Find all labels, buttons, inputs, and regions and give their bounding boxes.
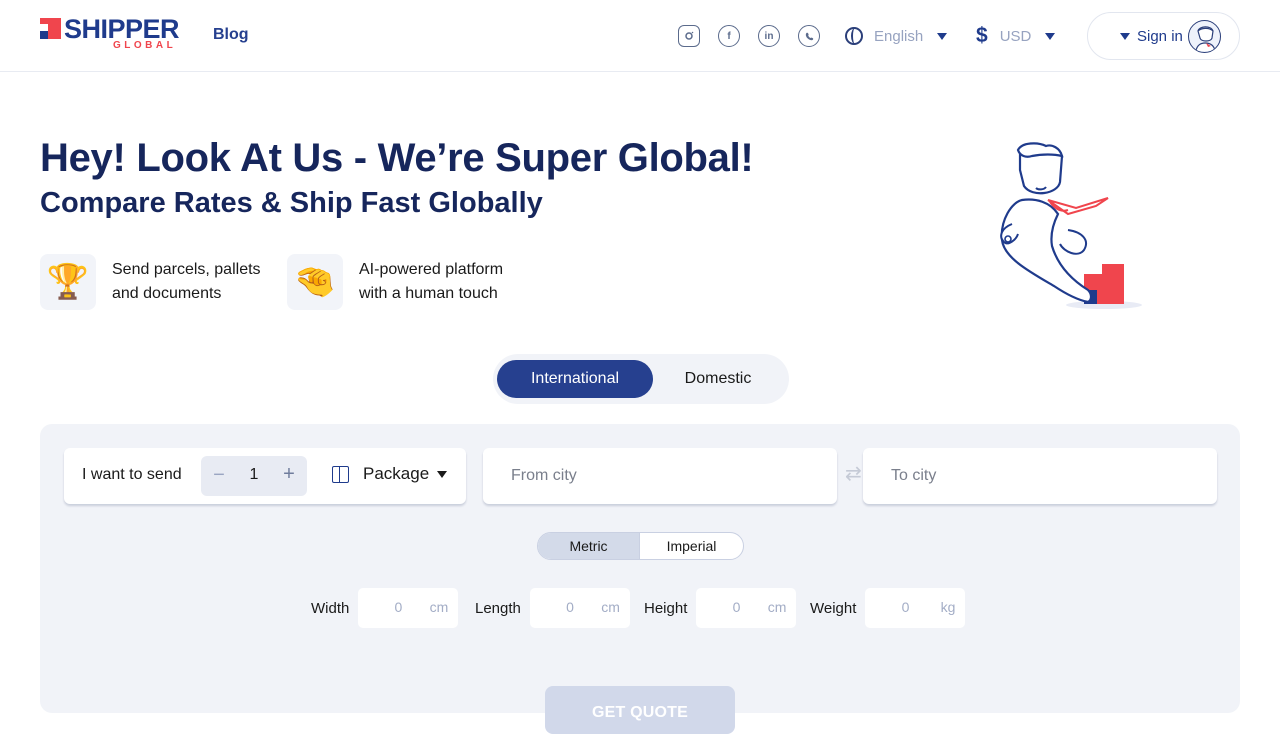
quote-form-panel: I want to send − 1 + Package ⇄ Metric Im… bbox=[40, 424, 1240, 734]
feature-text: AI-powered platform with a human touch bbox=[359, 261, 504, 302]
increment-button[interactable]: + bbox=[281, 464, 297, 484]
mascot-illustration bbox=[1000, 142, 1142, 309]
shipment-type-tabs: International Domestic bbox=[493, 354, 789, 404]
linkedin-icon[interactable]: in bbox=[758, 25, 780, 47]
quantity-stepper: − 1 + bbox=[201, 456, 307, 496]
length-label: Length bbox=[475, 599, 521, 617]
metric-option[interactable]: Metric bbox=[538, 533, 640, 559]
height-value: 0 bbox=[732, 599, 741, 615]
weight-input[interactable]: 0 kg bbox=[865, 588, 966, 628]
tab-international[interactable]: International bbox=[497, 360, 653, 398]
width-input[interactable]: 0 cm bbox=[358, 588, 459, 628]
chevron-down-icon bbox=[1045, 32, 1056, 40]
height-unit: cm bbox=[767, 599, 787, 615]
instagram-icon[interactable] bbox=[678, 25, 700, 47]
height-label: Height bbox=[644, 599, 688, 617]
shipper-global-logo[interactable]: SHIPPER GLOBAL bbox=[40, 14, 186, 54]
package-box-icon bbox=[332, 465, 349, 483]
trophy-icon: 🏆 bbox=[40, 254, 96, 310]
quantity-value[interactable]: 1 bbox=[241, 466, 267, 484]
send-label: I want to send bbox=[82, 466, 182, 483]
weight-unit: kg bbox=[940, 599, 956, 615]
weight-label: Weight bbox=[810, 599, 857, 617]
whatsapp-icon[interactable] bbox=[798, 25, 820, 47]
length-value: 0 bbox=[566, 599, 574, 615]
from-city-input[interactable] bbox=[483, 448, 837, 504]
length-unit: cm bbox=[601, 599, 620, 615]
currency-selector[interactable]: $ USD bbox=[976, 24, 1056, 48]
width-unit: cm bbox=[429, 599, 449, 615]
weight-value: 0 bbox=[901, 599, 910, 615]
feature-ai-platform: 🤏 AI-powered platform with a human touch bbox=[287, 254, 534, 310]
imperial-option[interactable]: Imperial bbox=[640, 533, 743, 559]
logo-sub-text: GLOBAL bbox=[113, 40, 177, 51]
currency-value: USD bbox=[999, 27, 1032, 45]
logo-mark-icon bbox=[40, 18, 61, 39]
hero-title: Hey! Look At Us - We’re Super Global! bbox=[40, 136, 754, 180]
decrement-button[interactable]: − bbox=[211, 465, 227, 485]
hero-subtitle: Compare Rates & Ship Fast Globally bbox=[40, 187, 543, 219]
length-field: Length 0 cm bbox=[475, 588, 630, 628]
unit-system-toggle: Metric Imperial bbox=[537, 532, 744, 560]
pinch-hand-icon: 🤏 bbox=[287, 254, 343, 310]
package-type-dropdown[interactable]: Package bbox=[332, 464, 448, 484]
to-city-input[interactable] bbox=[863, 448, 1217, 504]
get-quote-button[interactable]: GET QUOTE bbox=[545, 686, 735, 734]
chevron-down-icon bbox=[437, 470, 448, 478]
feature-text: Send parcels, pallets and documents bbox=[112, 261, 261, 302]
chevron-down-icon bbox=[937, 32, 948, 40]
globe-icon bbox=[845, 27, 863, 45]
tab-domestic[interactable]: Domestic bbox=[657, 360, 779, 398]
sign-in-label: Sign in bbox=[1137, 27, 1183, 45]
length-input[interactable]: 0 cm bbox=[529, 588, 630, 628]
package-type-value: Package bbox=[363, 464, 430, 483]
avatar bbox=[1188, 20, 1221, 53]
language-selector[interactable]: English bbox=[845, 24, 948, 48]
facebook-icon[interactable]: f bbox=[718, 25, 740, 47]
weight-field: Weight 0 kg bbox=[810, 588, 966, 628]
sign-in-button[interactable]: Sign in bbox=[1087, 12, 1240, 60]
blog-link[interactable]: Blog bbox=[213, 26, 249, 44]
feature-send-parcels: 🏆 Send parcels, pallets and documents bbox=[40, 254, 287, 310]
send-selector: I want to send − 1 + Package bbox=[64, 448, 466, 504]
top-header: SHIPPER GLOBAL Blog f in English $ USD S… bbox=[0, 0, 1280, 72]
height-input[interactable]: 0 cm bbox=[696, 588, 797, 628]
chevron-down-icon bbox=[1120, 32, 1130, 40]
width-value: 0 bbox=[394, 599, 403, 615]
swap-cities-icon[interactable]: ⇄ bbox=[845, 462, 862, 486]
language-value: English bbox=[874, 27, 924, 45]
width-field: Width 0 cm bbox=[311, 588, 459, 628]
dollar-icon: $ bbox=[976, 24, 988, 47]
width-label: Width bbox=[311, 599, 350, 617]
height-field: Height 0 cm bbox=[644, 588, 797, 628]
